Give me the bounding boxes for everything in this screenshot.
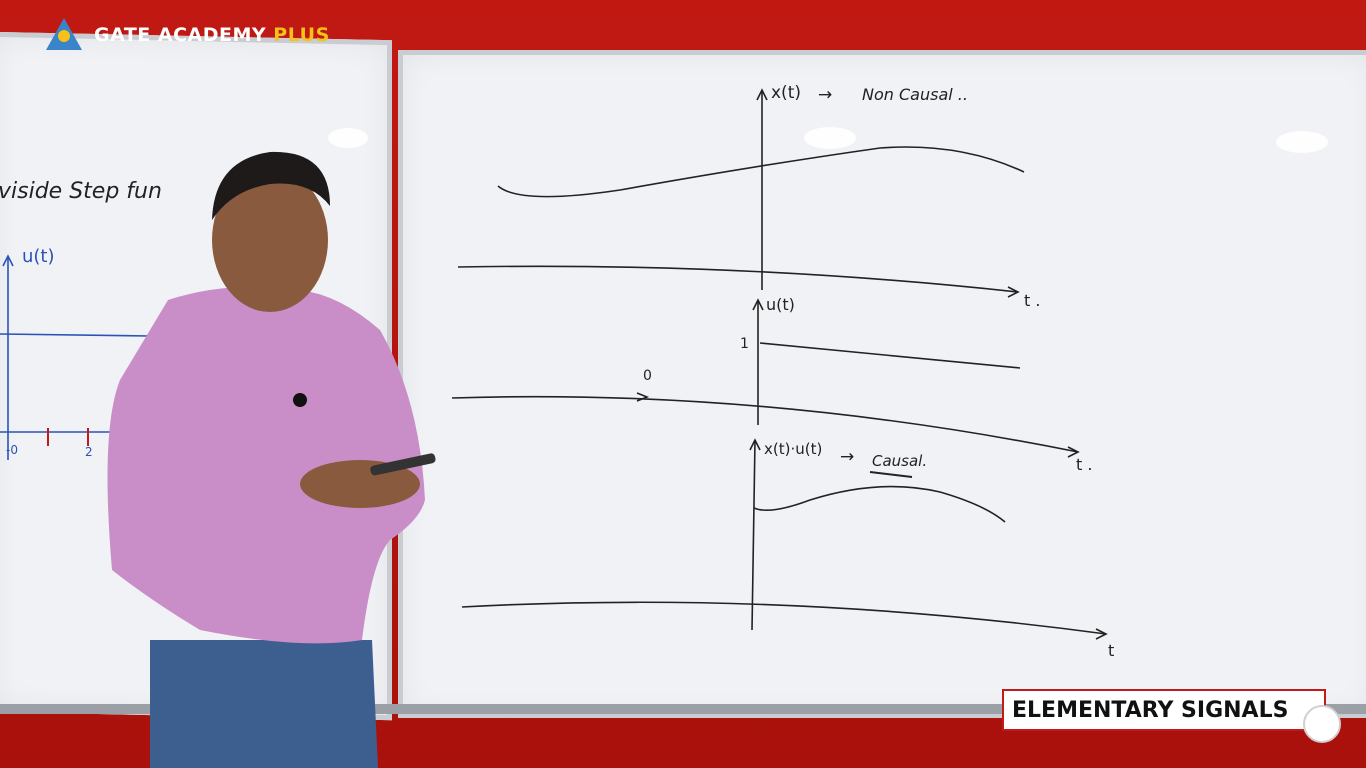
plot1-note: Non Causal ..: [862, 85, 968, 104]
lapel-microphone: [293, 393, 307, 407]
plot1-axes: [457, 88, 1020, 298]
plot3-signal-curve: [753, 485, 1006, 523]
presenter-jeans: [150, 640, 378, 768]
plot3-arrow: →: [840, 447, 854, 467]
plot2-step-line: [759, 342, 1021, 369]
plot2-t-label: t .: [1076, 455, 1092, 474]
plot3-note: Causal.: [872, 452, 927, 470]
whiteboard-drawings: x(t) → Non Causal .. t . u(t) 1 0 t . x(…: [0, 83, 1328, 768]
presenter: [107, 151, 436, 768]
channel-badge-icon: [1303, 705, 1341, 743]
plot1-y-label: x(t): [771, 83, 801, 103]
brand-name-plus: PLUS: [273, 24, 330, 46]
plot3-note-underline: [869, 471, 913, 478]
brand-name: GATE ACADEMY PLUS: [94, 24, 330, 46]
brand-logo: GATE ACADEMY PLUS: [42, 16, 330, 54]
brand-name-main: GATE ACADEMY: [94, 24, 267, 46]
plot1-signal-curve: [497, 146, 1025, 198]
plot2-axes: [451, 298, 1080, 458]
plot3-y-label: x(t)·u(t): [764, 440, 822, 458]
light-glare: [804, 127, 856, 149]
plot2-origin: 0: [643, 368, 652, 384]
plot2-y-label: u(t): [766, 295, 795, 314]
light-glare: [1276, 131, 1328, 153]
lecture-title-caption: ELEMENTARY SIGNALS: [1002, 689, 1326, 731]
plot1-t-label: t .: [1024, 291, 1040, 310]
plot3-t-label: t: [1108, 641, 1114, 660]
left-board-y-label: u(t): [22, 246, 55, 267]
left-board-tick-label: 2: [85, 445, 93, 459]
left-board-heading: viside Step fun: [0, 179, 162, 204]
academy-logo-icon: [46, 18, 82, 50]
plot2-level: 1: [740, 336, 749, 352]
plot3-axes: [461, 438, 1108, 640]
left-board-tick-label: -0: [6, 443, 18, 457]
light-glare: [328, 128, 368, 148]
plot1-arrow: →: [818, 85, 832, 105]
